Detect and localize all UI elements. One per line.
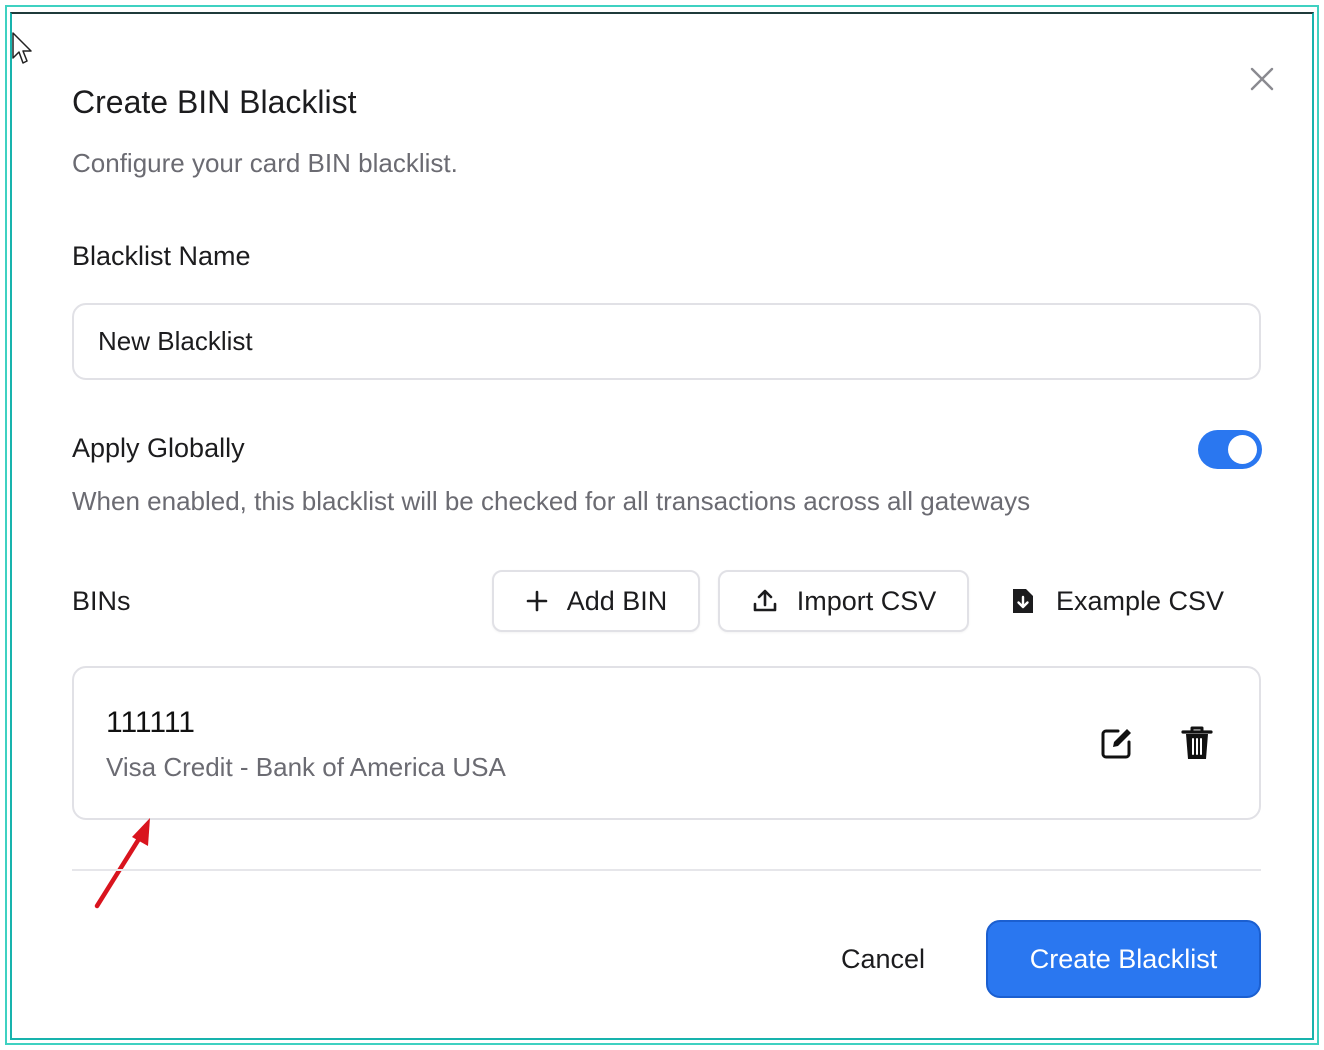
apply-globally-toggle[interactable] (1198, 430, 1262, 469)
import-csv-button[interactable]: Import CSV (718, 570, 969, 632)
toggle-knob (1228, 435, 1257, 464)
dialog-title: Create BIN Blacklist (72, 84, 357, 120)
bin-description: Visa Credit - Bank of America USA (106, 752, 506, 782)
edit-icon[interactable] (1098, 724, 1136, 762)
add-bin-label: Add BIN (566, 585, 668, 616)
bins-label: BINs (72, 586, 131, 616)
bin-list-item: 111111 Visa Credit - Bank of America USA (72, 666, 1261, 820)
upload-icon (753, 589, 777, 612)
dialog-subtitle: Configure your card BIN blacklist. (72, 148, 458, 178)
footer-divider (72, 869, 1261, 871)
apply-globally-label: Apply Globally (72, 433, 245, 463)
cursor-icon (12, 32, 32, 64)
blacklist-name-label: Blacklist Name (72, 241, 251, 271)
file-download-icon (1013, 589, 1033, 613)
cancel-button[interactable]: Cancel (810, 920, 956, 998)
blacklist-name-input[interactable] (72, 303, 1261, 380)
annotation-arrow-icon (94, 818, 150, 909)
close-icon[interactable] (1248, 65, 1276, 93)
example-csv-label: Example CSV (1056, 585, 1225, 616)
import-csv-label: Import CSV (796, 585, 937, 616)
apply-globally-help: When enabled, this blacklist will be che… (72, 486, 1031, 516)
example-csv-button[interactable]: Example CSV (1010, 570, 1224, 632)
bin-number: 111111 (106, 706, 195, 739)
create-blacklist-button[interactable]: Create Blacklist (986, 920, 1261, 998)
add-bin-button[interactable]: Add BIN (492, 570, 700, 632)
plus-icon (526, 590, 548, 612)
trash-icon[interactable] (1178, 724, 1216, 762)
